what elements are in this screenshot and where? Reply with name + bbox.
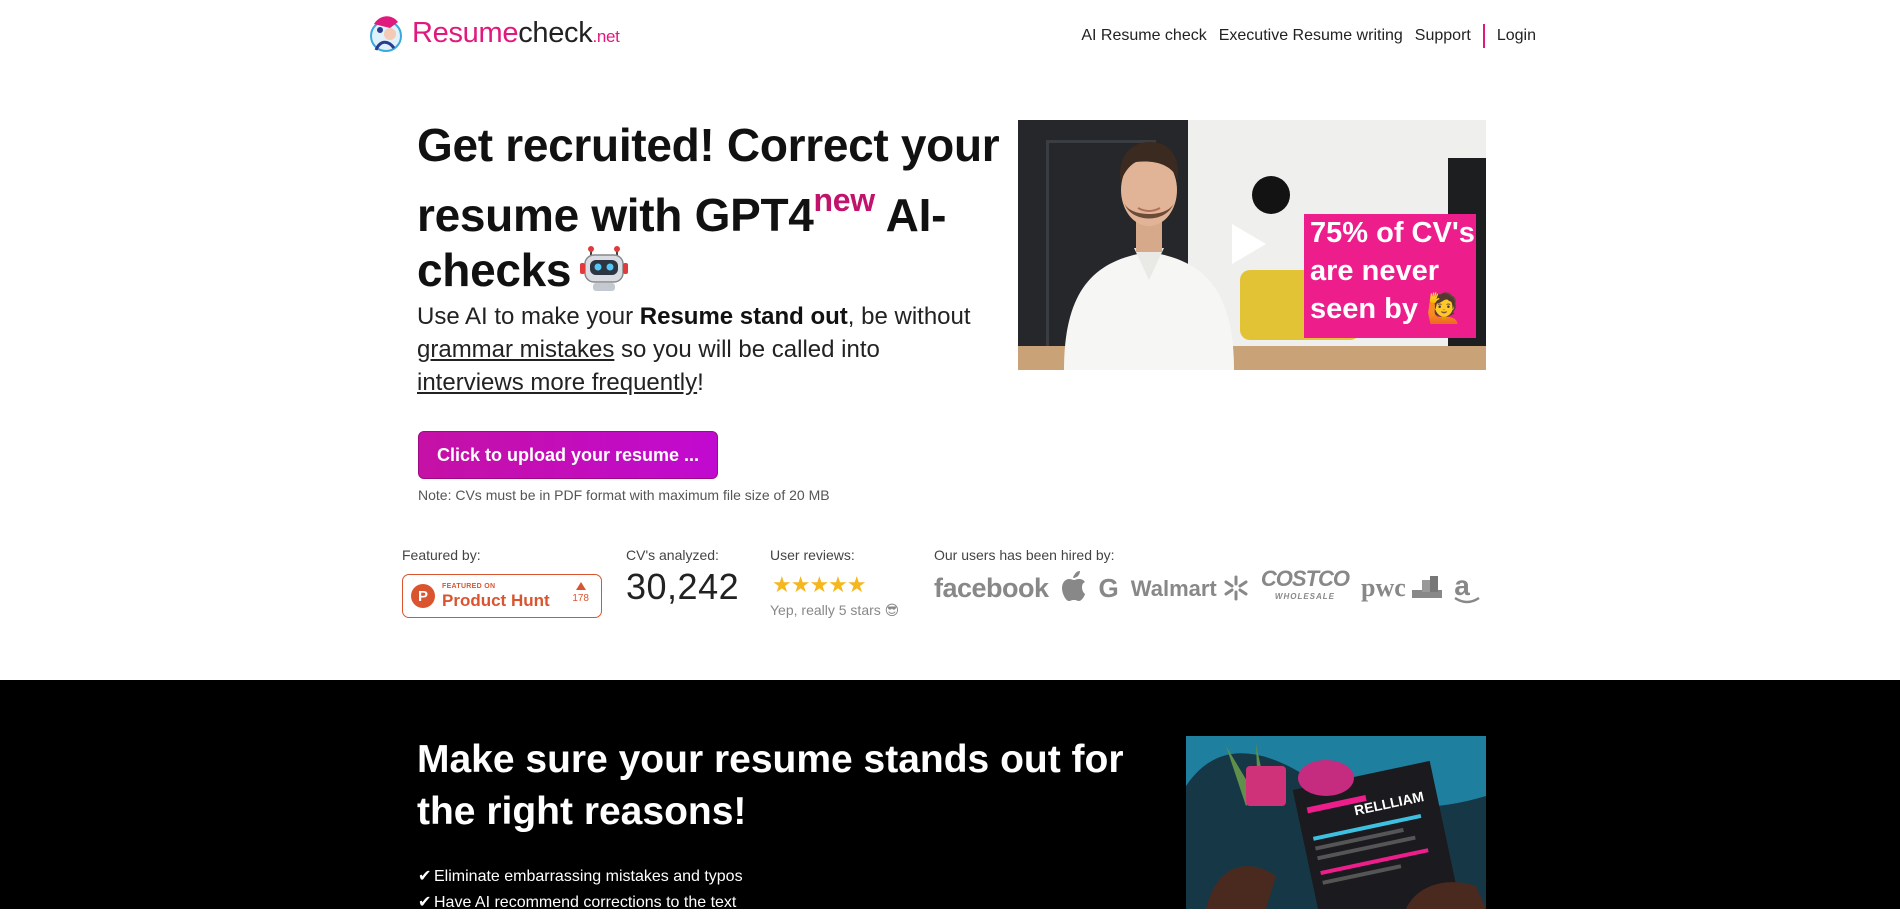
- cvs-analyzed-label: CV's analyzed:: [626, 547, 719, 563]
- nav-links: AI Resume check Executive Resume writing…: [1069, 24, 1536, 48]
- grammar-mistakes-link[interactable]: grammar mistakes: [417, 336, 614, 363]
- upload-resume-button[interactable]: Click to upload your resume ...: [418, 431, 718, 479]
- nav-link-login[interactable]: Login: [1497, 27, 1536, 45]
- interviews-link[interactable]: interviews more frequently: [417, 369, 697, 396]
- hired-by-label: Our users has been hired by:: [934, 547, 1115, 563]
- product-hunt-badge[interactable]: P FEATURED ON Product Hunt 178: [402, 574, 602, 618]
- cvs-analyzed-count: 30,242: [626, 566, 740, 607]
- amazon-logo: a: [1454, 570, 1480, 606]
- logo-mascot-icon: [366, 12, 406, 54]
- check-icon: ✔: [418, 868, 432, 885]
- employer-logos: facebook G Walmart COSTCO WHOLESALE pwc a: [934, 566, 1492, 606]
- logo-text: Resumecheck.net: [412, 16, 620, 49]
- hero-title: Get recruited! Correct your resume with …: [417, 119, 1000, 296]
- list-item: ✔ Have AI recommend corrections to the te…: [418, 890, 743, 916]
- nav-link-ai-resume-check[interactable]: AI Resume check: [1081, 27, 1206, 45]
- hero-subtitle: Use AI to make your Resume stand out, be…: [417, 303, 971, 396]
- rating-note: Yep, really 5 stars 😎: [770, 602, 900, 618]
- walmart-logo: Walmart: [1131, 575, 1249, 602]
- features-title: Make sure your resume stands out for the…: [417, 738, 1124, 833]
- check-icon: ✔: [418, 894, 432, 911]
- intro-video[interactable]: 75% of CV's are never seen by 🙋: [1018, 120, 1486, 370]
- video-overlay-text: 75% of CV's are never seen by 🙋: [1304, 214, 1476, 338]
- nav-link-executive-resume-writing[interactable]: Executive Resume writing: [1219, 27, 1403, 45]
- pwc-logo: pwc: [1361, 573, 1443, 603]
- top-nav: Resumecheck.net AI Resume check Executiv…: [0, 0, 1900, 70]
- upvote-icon: [575, 582, 586, 590]
- resume-illustration: RELLLIAM: [1186, 736, 1486, 909]
- play-icon[interactable]: [1232, 224, 1266, 264]
- rating-stars: ★★★★★: [772, 572, 867, 597]
- list-item: ✔ Eliminate embarrassing mistakes and typ…: [418, 864, 743, 890]
- costco-logo: COSTCO WHOLESALE: [1260, 566, 1350, 602]
- facebook-logo: facebook: [934, 572, 1049, 603]
- site-logo[interactable]: Resumecheck.net: [366, 12, 620, 54]
- nav-divider: [1482, 24, 1485, 48]
- apple-logo: [1061, 570, 1087, 606]
- robot-icon: [579, 246, 629, 292]
- google-logo: G: [1098, 572, 1119, 603]
- new-superscript: new: [813, 182, 876, 218]
- product-hunt-votes: 178: [572, 582, 589, 605]
- nav-link-support[interactable]: Support: [1415, 27, 1471, 45]
- featured-label: Featured by:: [402, 547, 481, 563]
- upload-note: Note: CVs must be in PDF format with max…: [418, 487, 830, 503]
- features-list: ✔ Eliminate embarrassing mistakes and typ…: [418, 864, 743, 916]
- user-reviews-label: User reviews:: [770, 547, 855, 563]
- product-hunt-icon: P: [411, 584, 435, 608]
- presenter-image: [1064, 142, 1234, 370]
